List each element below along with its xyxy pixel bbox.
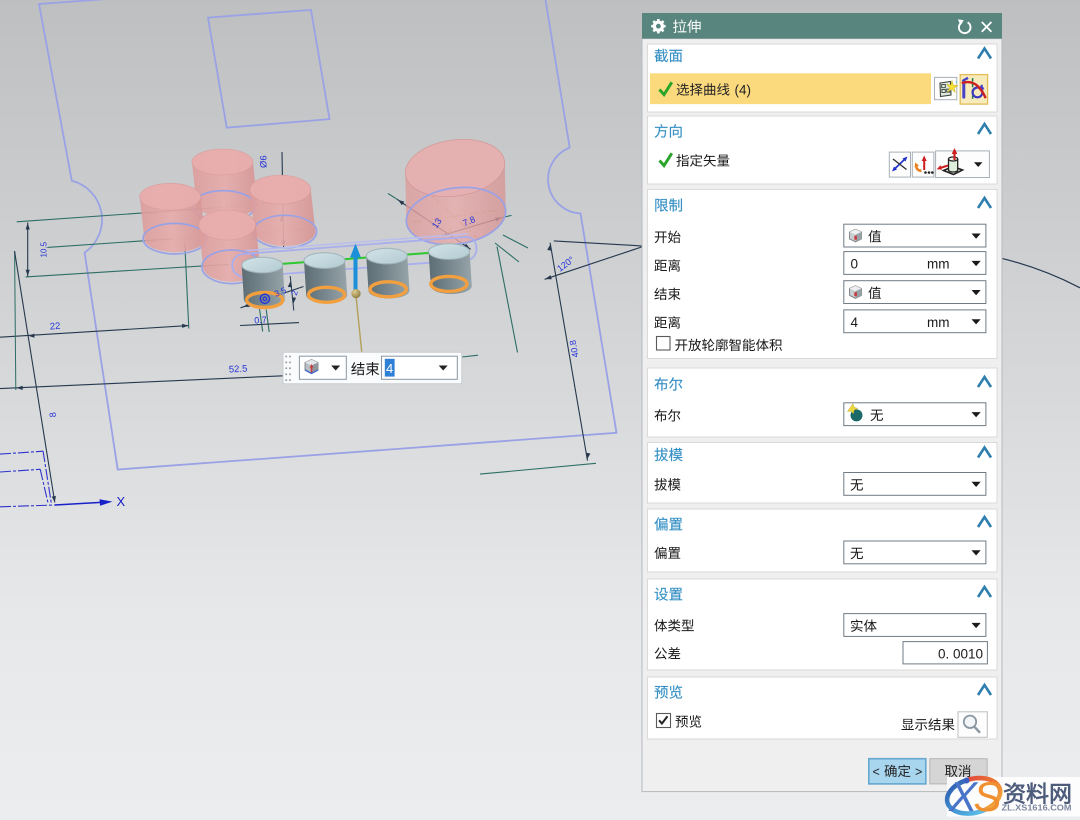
svg-text:0: 0 <box>851 257 859 272</box>
svg-text:mm: mm <box>927 257 950 272</box>
svg-text:4: 4 <box>386 361 393 376</box>
svg-text:(4): (4) <box>735 83 752 98</box>
svg-text:ZL.XS1616.COM: ZL.XS1616.COM <box>1002 803 1072 812</box>
svg-text:0.7: 0.7 <box>254 315 267 326</box>
svg-text:4: 4 <box>851 315 859 330</box>
svg-text:S: S <box>974 773 1002 820</box>
svg-text:52.5: 52.5 <box>229 364 248 376</box>
svg-text:Ø6: Ø6 <box>259 155 270 168</box>
svg-text:10.5: 10.5 <box>40 241 49 257</box>
svg-text:22: 22 <box>50 321 61 333</box>
svg-text:8: 8 <box>48 412 58 418</box>
svg-text:X: X <box>117 494 126 509</box>
svg-text:>: > <box>915 765 922 779</box>
svg-text:0. 0010: 0. 0010 <box>938 647 983 662</box>
svg-text:<: < <box>873 765 880 779</box>
svg-text:mm: mm <box>927 315 950 330</box>
